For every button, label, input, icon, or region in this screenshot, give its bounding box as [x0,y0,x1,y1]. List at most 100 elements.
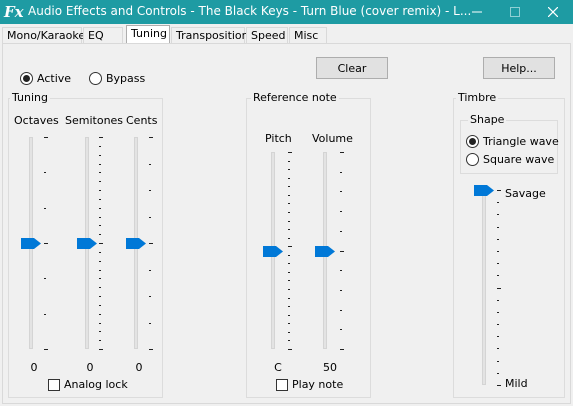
close-button[interactable] [538,0,568,24]
slider-tick [340,211,342,212]
slider-tick [288,169,290,170]
slider-tick [288,280,290,281]
slider-thumb[interactable] [21,238,41,249]
slider-tick [149,190,151,191]
slider-tick [99,217,101,218]
slider-tick [288,340,290,341]
slider-tick [288,229,290,230]
slider-tick [497,385,501,386]
radio-indicator [89,72,102,85]
slider-tick [99,340,101,341]
minimize-button[interactable] [462,0,492,24]
slider-tick [99,296,101,297]
slider-tick [340,349,344,350]
radio-indicator [20,72,33,85]
reference-note-group-title: Reference note [251,91,339,104]
slider-tick [288,221,290,222]
analog-lock-checkbox[interactable]: Analog lock [48,378,128,391]
slider-tick [497,348,499,349]
slider-tick [99,331,101,332]
slider-thumb[interactable] [126,238,146,249]
bypass-label: Bypass [106,72,146,85]
triangle-wave-radio[interactable]: Triangle wave [466,135,559,148]
tab-mono-karaoke[interactable]: Mono/Karaoke [2,27,85,44]
slider-tick [497,263,499,264]
slider-tick [497,227,499,228]
slider-tick [99,225,101,226]
slider-tick [149,243,153,244]
slider-tick [340,290,342,291]
triangle-wave-label: Triangle wave [483,135,559,148]
clear-button[interactable]: Clear [316,57,388,79]
tab-misc[interactable]: Misc [289,27,327,44]
slider-tick [99,199,101,200]
slider-tick [497,373,499,374]
slider-tick [340,152,344,153]
slider-track [482,190,486,385]
active-radio[interactable]: Active [20,72,71,85]
slider-tick [99,261,101,262]
bypass-radio[interactable]: Bypass [89,72,145,85]
slider-tick [288,255,290,256]
maximize-button[interactable] [500,0,530,24]
square-wave-radio[interactable]: Square wave [466,153,554,166]
timbre-group-title: Timbre [456,91,499,104]
slider-tick [99,323,101,324]
semitones-label: Semitones [65,114,124,127]
slider-tick [99,270,101,271]
help-button[interactable]: Help... [483,57,555,79]
cents-value: 0 [135,361,143,374]
shape-group-title: Shape [468,113,507,126]
slider-tick [288,272,290,273]
slider-tick [99,172,101,173]
checkbox-box [48,378,60,391]
tab-eq[interactable]: EQ [83,27,123,44]
active-label: Active [37,72,72,85]
slider-thumb[interactable] [474,185,494,196]
slider-tick [497,251,499,252]
slider-tick [340,172,342,173]
slider-tick [288,306,290,307]
cents-label: Cents [126,114,158,127]
tab-speed[interactable]: Speed [246,27,288,44]
slider-tick [99,164,101,165]
mild-label: Mild [505,377,528,390]
square-wave-label: Square wave [483,153,555,166]
tab-strip: Mono/Karaoke EQ Tuning Transposition Spe… [0,24,573,44]
slider-tick [497,275,499,276]
app-icon: Fx [4,3,24,21]
slider-tick [149,323,151,324]
slider-tick [288,152,292,153]
slider-tick [44,243,48,244]
slider-tick [288,212,290,213]
tuning-group-title: Tuning [10,91,51,104]
slider-tick [99,243,103,244]
play-note-checkbox[interactable]: Play note [276,378,343,391]
slider-thumb[interactable] [77,238,97,249]
slider-thumb[interactable] [315,246,335,257]
slider-tick [497,300,499,301]
slider-tick [149,164,151,165]
slider-tick [288,315,290,316]
slider-tick [497,202,499,203]
slider-tick [288,263,290,264]
slider-tick [149,270,151,271]
tab-transposition[interactable]: Transposition [171,27,249,44]
slider-tick [288,238,290,239]
slider-tick [288,298,290,299]
slider-tick [497,312,499,313]
slider-tick [288,178,290,179]
close-icon [548,7,558,17]
slider-tick [99,208,101,209]
maximize-icon [510,7,520,17]
slider-tick [288,161,290,162]
radio-indicator [466,135,479,148]
slider-thumb[interactable] [263,246,283,257]
slider-tick [497,239,499,240]
minimize-icon [472,11,482,13]
window-title: Audio Effects and Controls - The Black K… [28,4,472,18]
slider-tick [44,208,46,209]
tab-tuning[interactable]: Tuning [126,25,170,44]
slider-tick [497,190,501,191]
slider-tick [149,137,153,138]
